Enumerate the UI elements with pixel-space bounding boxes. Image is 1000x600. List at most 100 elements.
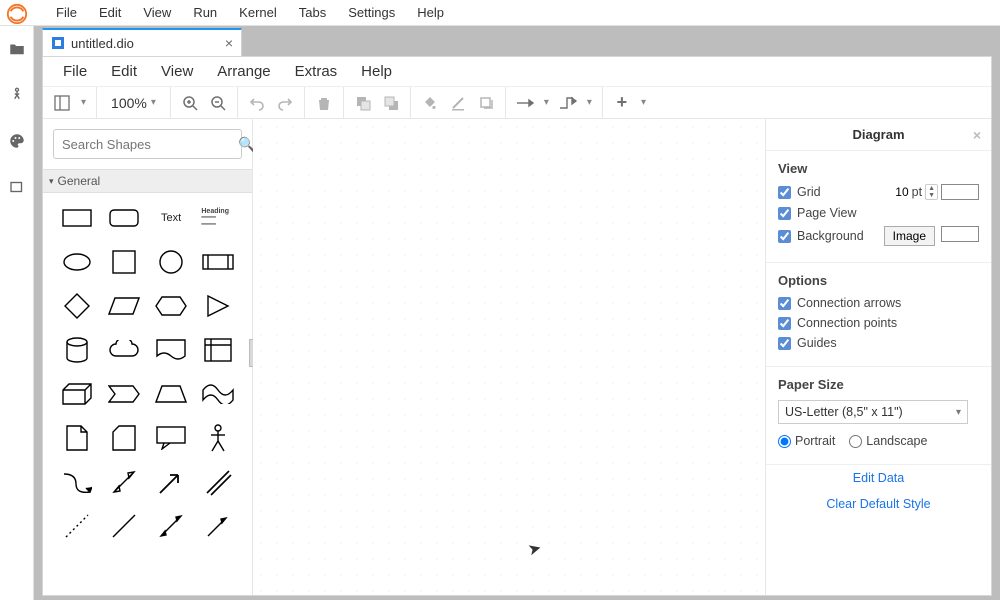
grid-stepper[interactable]: ▲▼ — [925, 184, 938, 200]
shape-line[interactable] — [107, 513, 141, 539]
shape-square[interactable] — [107, 249, 141, 275]
background-label: Background — [797, 229, 864, 243]
tab-untitled[interactable]: untitled.dio × — [42, 28, 242, 56]
pageview-checkbox[interactable] — [778, 207, 791, 220]
menu-settings[interactable]: Settings — [338, 1, 405, 24]
shape-bidir-connector[interactable] — [154, 513, 188, 539]
shape-card[interactable] — [107, 425, 141, 451]
insert-icon[interactable]: + — [613, 94, 631, 112]
menu-edit[interactable]: Edit — [89, 1, 131, 24]
shape-heading[interactable]: Heading━━━━━━━━ — [201, 205, 235, 231]
tab-filename: untitled.dio — [71, 36, 134, 51]
app-menu-edit[interactable]: Edit — [101, 59, 147, 84]
running-icon[interactable] — [8, 86, 26, 104]
shadow-icon[interactable] — [477, 94, 495, 112]
menu-kernel[interactable]: Kernel — [229, 1, 287, 24]
shape-cylinder[interactable] — [60, 337, 94, 363]
shape-curve[interactable] — [60, 469, 94, 495]
edit-data-link[interactable]: Edit Data — [766, 465, 991, 491]
chevron-down-icon[interactable]: ▾ — [544, 97, 549, 108]
background-checkbox[interactable] — [778, 230, 791, 243]
close-icon[interactable]: × — [225, 35, 233, 51]
shape-arrow[interactable] — [154, 469, 188, 495]
palette-icon[interactable] — [8, 132, 26, 150]
folder-icon[interactable] — [8, 40, 26, 58]
shape-diamond[interactable] — [60, 293, 94, 319]
shape-rounded-rectangle[interactable] — [107, 205, 141, 231]
undo-icon[interactable] — [248, 94, 266, 112]
shape-dashed-line[interactable] — [60, 513, 94, 539]
zoom-out-icon[interactable] — [209, 94, 227, 112]
shape-bidirectional-arrow[interactable] — [107, 469, 141, 495]
waypoint-icon[interactable] — [559, 94, 577, 112]
shape-callout[interactable] — [154, 425, 188, 451]
app-menu-file[interactable]: File — [53, 59, 97, 84]
line-color-icon[interactable] — [449, 94, 467, 112]
background-color-swatch[interactable] — [941, 226, 979, 242]
shape-parallelogram[interactable] — [107, 293, 141, 319]
menu-help[interactable]: Help — [407, 1, 454, 24]
connection-icon[interactable] — [516, 94, 534, 112]
shape-process[interactable] — [201, 249, 235, 275]
app-menu-arrange[interactable]: Arrange — [207, 59, 280, 84]
clear-default-style-link[interactable]: Clear Default Style — [766, 491, 991, 517]
shape-hexagon[interactable] — [154, 293, 188, 319]
app-menu-help[interactable]: Help — [351, 59, 402, 84]
shape-triangle[interactable] — [201, 293, 235, 319]
shape-actor[interactable] — [201, 425, 235, 451]
portrait-radio[interactable] — [778, 435, 791, 448]
close-icon[interactable]: × — [973, 127, 981, 143]
conn-points-label: Connection points — [797, 316, 897, 330]
shape-text[interactable]: Text — [154, 205, 188, 231]
delete-icon[interactable] — [315, 94, 333, 112]
canvas[interactable]: ➤ — [253, 119, 765, 595]
to-front-icon[interactable] — [354, 94, 372, 112]
shape-directional-connector[interactable] — [201, 513, 235, 539]
view-mode-button[interactable] — [53, 94, 71, 112]
drawio-panel: File Edit View Arrange Extras Help ▾ 100… — [42, 56, 992, 596]
grid-size-input[interactable] — [873, 185, 909, 199]
app-menu-view[interactable]: View — [151, 59, 203, 84]
paper-size-dropdown[interactable]: US-Letter (8,5" x 11")▾ — [778, 400, 968, 424]
guides-checkbox[interactable] — [778, 337, 791, 350]
paper-section: Paper Size US-Letter (8,5" x 11")▾ Portr… — [766, 367, 991, 465]
tab-strip: untitled.dio × — [34, 26, 1000, 56]
shape-cloud[interactable] — [107, 337, 141, 363]
shape-cube[interactable] — [60, 381, 94, 407]
guides-label: Guides — [797, 336, 837, 350]
shape-ellipse[interactable] — [60, 249, 94, 275]
background-image-button[interactable]: Image — [884, 226, 935, 246]
menu-file[interactable]: File — [46, 1, 87, 24]
shape-note[interactable] — [60, 425, 94, 451]
redo-icon[interactable] — [276, 94, 294, 112]
shape-tape[interactable] — [201, 381, 235, 407]
fill-color-icon[interactable] — [421, 94, 439, 112]
shape-step[interactable] — [107, 381, 141, 407]
shape-circle[interactable] — [154, 249, 188, 275]
zoom-dropdown[interactable]: 100%▾ — [107, 95, 160, 111]
grid-color-swatch[interactable] — [941, 184, 979, 200]
shape-link[interactable] — [201, 469, 235, 495]
conn-arrows-checkbox[interactable] — [778, 297, 791, 310]
palette-group-general[interactable]: ▾ General — [43, 169, 252, 193]
format-panel: Diagram × View Grid pt ▲▼ — [765, 119, 991, 595]
zoom-in-icon[interactable] — [181, 94, 199, 112]
to-back-icon[interactable] — [382, 94, 400, 112]
menu-view[interactable]: View — [133, 1, 181, 24]
menu-tabs[interactable]: Tabs — [289, 1, 336, 24]
tabs-icon[interactable] — [8, 178, 26, 196]
shape-trapezoid[interactable] — [154, 381, 188, 407]
shape-rectangle[interactable] — [60, 205, 94, 231]
paper-heading: Paper Size — [778, 377, 979, 392]
search-shapes-input[interactable]: 🔍 — [53, 129, 242, 159]
chevron-down-icon[interactable]: ▾ — [81, 97, 86, 108]
app-menu-extras[interactable]: Extras — [285, 59, 348, 84]
landscape-radio[interactable] — [849, 435, 862, 448]
chevron-down-icon[interactable]: ▾ — [587, 97, 592, 108]
grid-checkbox[interactable] — [778, 186, 791, 199]
conn-points-checkbox[interactable] — [778, 317, 791, 330]
shape-document[interactable] — [154, 337, 188, 363]
chevron-down-icon[interactable]: ▾ — [641, 97, 646, 108]
menu-run[interactable]: Run — [183, 1, 227, 24]
shape-internal-storage[interactable] — [201, 337, 235, 363]
